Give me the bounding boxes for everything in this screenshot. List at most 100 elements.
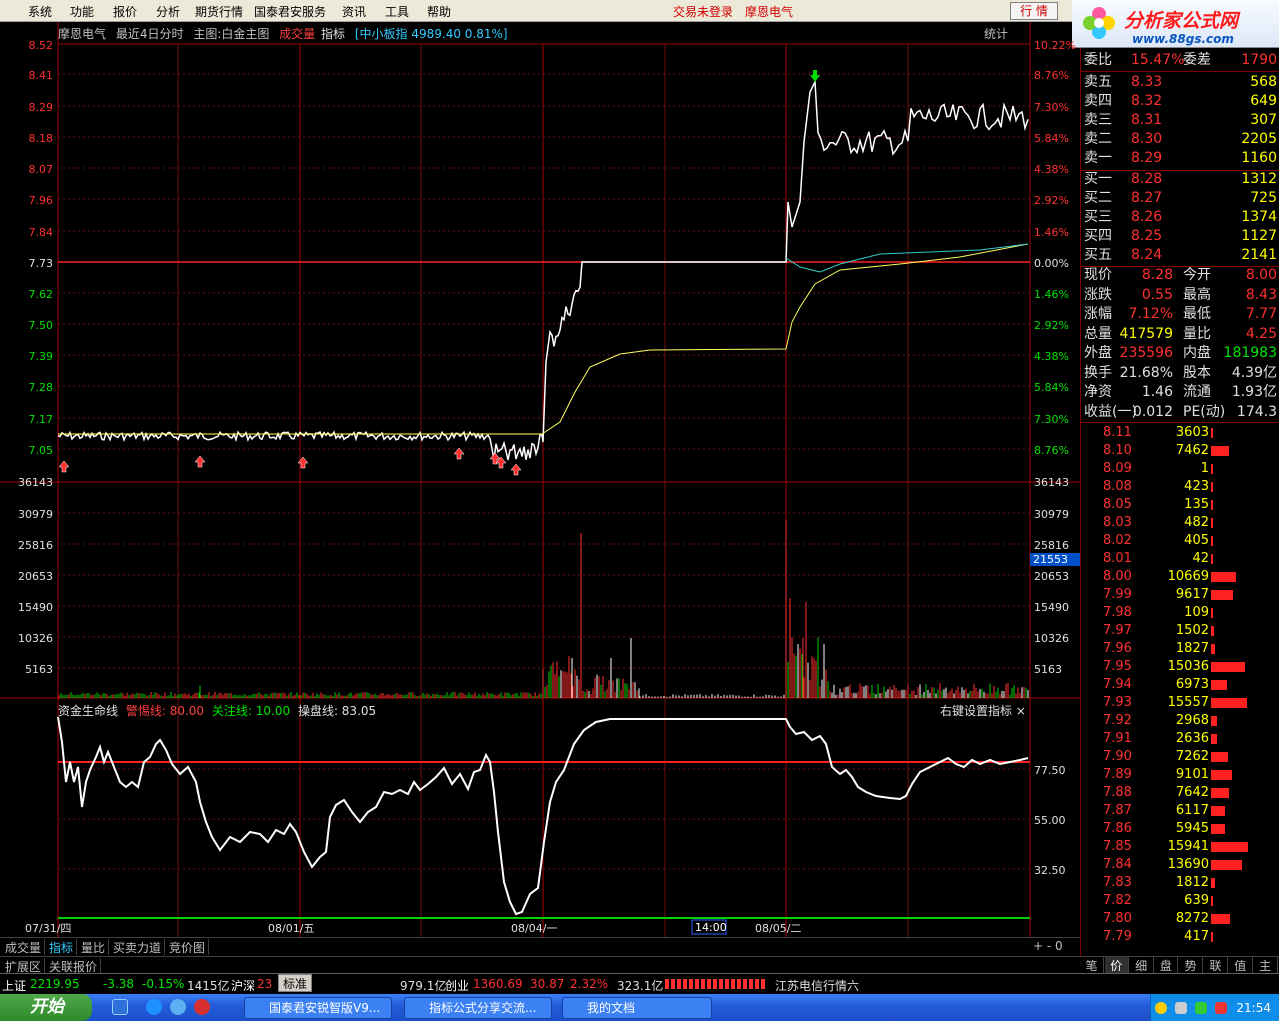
price-volume-row[interactable]: 7.91 2636: [1081, 730, 1279, 748]
ask-row[interactable]: 卖三 8.31 307: [1081, 111, 1279, 130]
rp-tab-1[interactable]: 价: [1104, 957, 1129, 973]
price-volume-row[interactable]: 7.98 109: [1081, 604, 1279, 622]
menu-help[interactable]: 帮助: [427, 3, 451, 20]
price-volume-row[interactable]: 7.97 1502: [1081, 622, 1279, 640]
price-volume-row[interactable]: 7.89 9101: [1081, 766, 1279, 784]
price-volume-row[interactable]: 7.80 8272: [1081, 910, 1279, 928]
depth-bar: [1211, 572, 1236, 582]
tab-volume-ratio[interactable]: 量比: [78, 939, 110, 955]
browser-icon[interactable]: [170, 999, 186, 1015]
zoom-controls[interactable]: + - 0: [1033, 939, 1063, 953]
ask-row[interactable]: 卖二 8.30 2205: [1081, 130, 1279, 149]
desktop-icon[interactable]: [112, 999, 128, 1015]
shield-icon[interactable]: [1195, 1002, 1207, 1014]
ask-row[interactable]: 卖五 8.33 568: [1081, 73, 1279, 92]
price-volume-row[interactable]: 7.83 1812: [1081, 874, 1279, 892]
tab-auction-chart[interactable]: 竞价图: [166, 939, 210, 955]
price-volume-row[interactable]: 7.94 6973: [1081, 676, 1279, 694]
price-volume-row[interactable]: 8.05 135: [1081, 496, 1279, 514]
cy-label[interactable]: 创业: [445, 977, 469, 994]
buy-signal-arrow-icon: [58, 460, 70, 473]
price-volume-row[interactable]: 7.79 417: [1081, 928, 1279, 946]
tab-volume[interactable]: 成交量: [2, 939, 46, 955]
tab-buy-sell-force[interactable]: 买卖力道: [110, 939, 166, 955]
header-main-chart[interactable]: 主图:白金主图: [193, 27, 269, 41]
price-volume-row[interactable]: 7.85 15941: [1081, 838, 1279, 856]
rp-tab-4[interactable]: 势: [1179, 957, 1204, 973]
price-volume-row[interactable]: 7.96 1827: [1081, 640, 1279, 658]
start-button[interactable]: 开始: [0, 994, 92, 1021]
stat-label: 总量: [1084, 325, 1112, 342]
price-volume-row[interactable]: 7.92 2968: [1081, 712, 1279, 730]
price-volume-row[interactable]: 7.86 5945: [1081, 820, 1279, 838]
bid-row[interactable]: 买二 8.27 725: [1081, 189, 1279, 208]
standard-button[interactable]: 标准: [278, 974, 313, 992]
ask-row[interactable]: 卖四 8.32 649: [1081, 92, 1279, 111]
task-my-documents[interactable]: 我的文档: [562, 997, 712, 1019]
stat-label: 最高: [1183, 286, 1211, 303]
rp-tab-3[interactable]: 盘: [1154, 957, 1179, 973]
menu-function[interactable]: 功能: [70, 3, 94, 20]
price-volume-row[interactable]: 7.87 6117: [1081, 802, 1279, 820]
tab-related-quote[interactable]: 关联报价: [46, 958, 102, 974]
bid-row[interactable]: 买四 8.25 1127: [1081, 227, 1279, 246]
task-gtja[interactable]: 国泰君安锐智版V9...: [244, 997, 392, 1019]
quote-button[interactable]: 行 情: [1010, 2, 1058, 20]
price-volume-row[interactable]: 8.01 42: [1081, 550, 1279, 568]
login-status[interactable]: 交易未登录: [673, 3, 733, 20]
indicator-name[interactable]: 资金生命线: [58, 704, 118, 718]
volume-icon[interactable]: [1175, 1002, 1187, 1014]
rp-tab-0[interactable]: 笔: [1080, 957, 1104, 973]
bid-row[interactable]: 买一 8.28 1312: [1081, 170, 1279, 189]
price-volume-row[interactable]: 8.02 405: [1081, 532, 1279, 550]
price-volume-row[interactable]: 8.10 7462: [1081, 442, 1279, 460]
price-volume-row[interactable]: 7.90 7262: [1081, 748, 1279, 766]
ask-row[interactable]: 卖一 8.29 1160: [1081, 149, 1279, 168]
price-volume-row[interactable]: 7.93 15557: [1081, 694, 1279, 712]
tab-extension[interactable]: 扩展区: [2, 958, 46, 974]
stat-value: 417579: [1119, 325, 1173, 342]
menu-gtja-service[interactable]: 国泰君安服务: [254, 3, 326, 20]
price-volume-row[interactable]: 8.08 423: [1081, 478, 1279, 496]
news-ticker[interactable]: 江苏电信行情六: [775, 977, 859, 994]
stat-button[interactable]: 统计: [984, 25, 1008, 42]
menu-analysis[interactable]: 分析: [156, 3, 180, 20]
tab-indicator[interactable]: 指标: [46, 939, 78, 955]
ie-icon[interactable]: [146, 999, 162, 1015]
menu-futures[interactable]: 期货行情: [195, 3, 243, 20]
sh-label[interactable]: 上证: [2, 977, 26, 994]
depth-price: 7.88: [1103, 785, 1132, 800]
price-volume-row[interactable]: 8.00 10669: [1081, 568, 1279, 586]
price-volume-row[interactable]: 7.95 15036: [1081, 658, 1279, 676]
price-volume-row[interactable]: 7.88 7642: [1081, 784, 1279, 802]
menu-quote[interactable]: 报价: [113, 3, 137, 20]
menu-info[interactable]: 资讯: [342, 3, 366, 20]
indicator-settings[interactable]: 右键设置指标 ×: [940, 702, 1026, 719]
rp-tab-2[interactable]: 细: [1130, 957, 1154, 973]
rp-tab-5[interactable]: 联: [1204, 957, 1228, 973]
header-indicator[interactable]: 指标: [321, 27, 345, 41]
menu-tools[interactable]: 工具: [385, 3, 409, 20]
chart-area[interactable]: 8.52 10.22% 8.41 8.76% 8.29 7.30% 8.18 5.84% 8.0…: [0, 22, 1080, 940]
price-volume-row[interactable]: 7.84 13690: [1081, 856, 1279, 874]
menu-system[interactable]: 系统: [28, 3, 52, 20]
task-forum[interactable]: 指标公式分享交流...: [404, 997, 552, 1019]
header-volume[interactable]: 成交量: [279, 27, 315, 41]
price-volume-row[interactable]: 8.03 482: [1081, 514, 1279, 532]
qq-icon[interactable]: [1155, 1002, 1167, 1014]
price-volume-row[interactable]: 8.09 1: [1081, 460, 1279, 478]
antivirus-icon[interactable]: [1215, 1002, 1227, 1014]
intraday-chart[interactable]: 8.52 10.22% 8.41 8.76% 8.29 7.30% 8.18 5.84% 8.0…: [0, 22, 1080, 937]
app-icon[interactable]: [194, 999, 210, 1015]
depth-price: 7.99: [1103, 587, 1132, 602]
depth-volume: 7462: [1175, 443, 1209, 458]
header-period[interactable]: 最近4日分时: [116, 27, 184, 41]
rp-tab-6[interactable]: 值: [1229, 957, 1253, 973]
hs-label[interactable]: 沪深: [231, 977, 255, 994]
bid-row[interactable]: 买三 8.26 1374: [1081, 208, 1279, 227]
rp-tab-7[interactable]: 主: [1254, 957, 1278, 973]
price-volume-row[interactable]: 7.82 639: [1081, 892, 1279, 910]
price-volume-row[interactable]: 7.99 9617: [1081, 586, 1279, 604]
bid-row[interactable]: 买五 8.24 2141: [1081, 246, 1279, 265]
price-volume-row[interactable]: 8.11 3603: [1081, 424, 1279, 442]
